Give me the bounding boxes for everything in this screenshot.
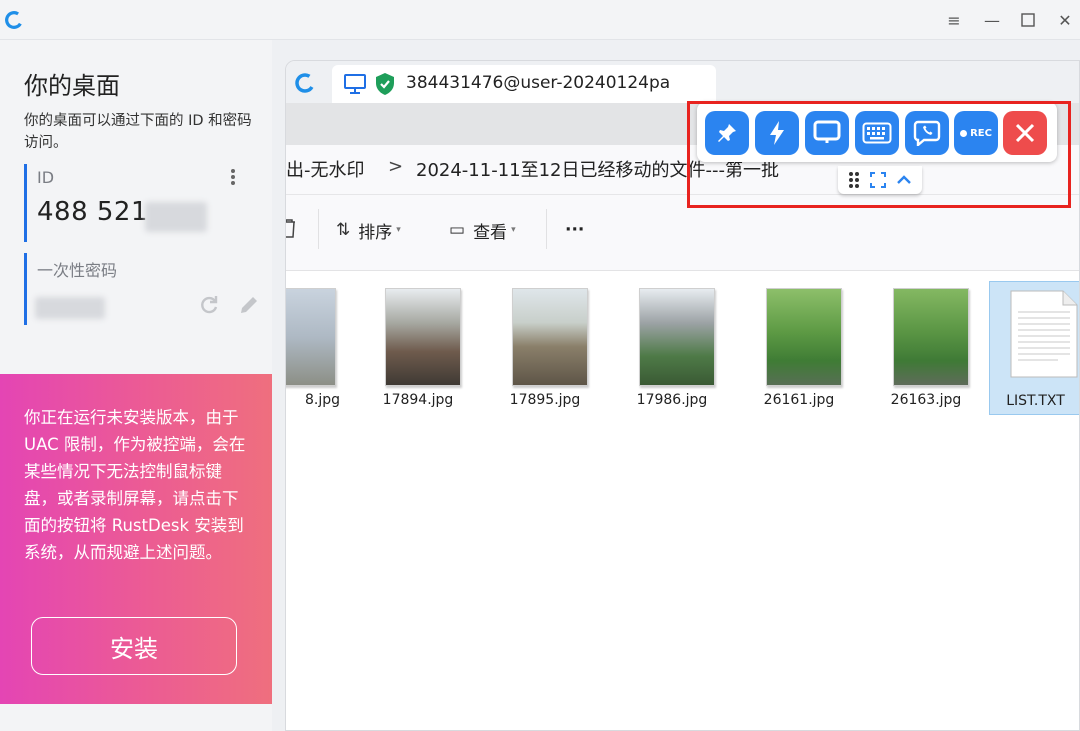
breadcrumb-separator: >: [388, 156, 404, 177]
highlight-annotation-box: [687, 101, 1071, 208]
file-name: LIST.TXT: [1006, 393, 1065, 409]
id-redacted: [145, 202, 207, 232]
rustdesk-tab-logo-icon: [295, 73, 315, 93]
your-desktop-title: 你的桌面: [24, 72, 120, 100]
command-separator: [546, 209, 547, 249]
file-name: 26163.jpg: [890, 392, 962, 408]
file-name: 17895.jpg: [509, 392, 581, 408]
id-label: ID: [37, 168, 55, 187]
view-label: 查看: [473, 222, 508, 243]
file-item[interactable]: 26161.jpg: [744, 285, 854, 415]
chevron-down-icon: ▾: [511, 225, 516, 235]
file-item[interactable]: 17986.jpg: [617, 285, 727, 415]
photo-thumbnail: [893, 288, 969, 386]
photo-thumbnail: [385, 288, 461, 386]
sort-label: 排序: [358, 222, 393, 243]
file-list: 8.jpg 17894.jpg 17895.jpg 17986.jpg 2616…: [286, 271, 1079, 730]
file-item-selected[interactable]: LIST.TXT: [989, 281, 1079, 415]
file-name: 17986.jpg: [636, 392, 708, 408]
file-item[interactable]: 26163.jpg: [871, 285, 981, 415]
session-tabstrip: 384431476@user-20240124pa: [286, 61, 1079, 103]
monitor-icon: [344, 74, 366, 94]
id-field: ID 488 521: [24, 164, 254, 242]
photo-thumbnail: [512, 288, 588, 386]
command-separator: [318, 209, 319, 249]
minimize-icon[interactable]: —: [980, 8, 1004, 32]
install-button[interactable]: 安装: [31, 617, 237, 675]
session-tab[interactable]: 384431476@user-20240124pa: [332, 65, 716, 103]
photo-thumbnail: [639, 288, 715, 386]
text-file-icon: [1010, 290, 1078, 378]
file-item[interactable]: 8.jpg: [286, 285, 348, 415]
sort-button[interactable]: ⇅ 排序 ▾: [336, 215, 401, 245]
file-name: 8.jpg: [304, 392, 340, 408]
view-button[interactable]: ▭ 查看 ▾: [449, 215, 516, 245]
menu-icon[interactable]: ≡: [942, 8, 966, 32]
view-icon: ▭: [449, 220, 466, 240]
refresh-password-icon[interactable]: [197, 293, 221, 317]
secure-shield-icon: [376, 73, 394, 95]
delete-icon[interactable]: [285, 217, 298, 239]
your-desktop-subtitle: 你的桌面可以通过下面的 ID 和密码访问。: [24, 113, 252, 151]
photo-thumbnail: [286, 288, 336, 386]
file-name: 17894.jpg: [382, 392, 454, 408]
sort-icon: ⇅: [336, 220, 351, 240]
your-desktop-panel: 你的桌面 你的桌面可以通过下面的 ID 和密码访问。 ID 488 521 一次…: [0, 40, 272, 731]
app-titlebar: ≡ — ✕: [0, 0, 1080, 40]
close-window-icon[interactable]: ✕: [1053, 8, 1077, 32]
file-item[interactable]: 17895.jpg: [490, 285, 600, 415]
install-notice-text: 你正在运行未安装版本，由于 UAC 限制，作为被控端，会在某些情况下无法控制鼠标…: [24, 408, 246, 562]
more-commands-button[interactable]: ···: [565, 215, 584, 245]
file-item[interactable]: 17894.jpg: [363, 285, 473, 415]
chevron-down-icon: ▾: [396, 225, 401, 235]
photo-thumbnail: [766, 288, 842, 386]
install-notice-card: 你正在运行未安装版本，由于 UAC 限制，作为被控端，会在某些情况下无法控制鼠标…: [0, 374, 272, 704]
password-label: 一次性密码: [37, 261, 118, 280]
edit-password-icon[interactable]: [237, 293, 261, 317]
maximize-icon[interactable]: [1016, 8, 1040, 32]
password-field: 一次性密码: [24, 253, 257, 325]
file-name: 26161.jpg: [763, 392, 835, 408]
session-tab-title: 384431476@user-20240124pa: [406, 73, 671, 93]
breadcrumb-parent[interactable]: 出-无水印: [286, 156, 365, 182]
password-redacted: [35, 297, 105, 319]
rustdesk-logo-icon: [5, 11, 23, 29]
more-options-icon[interactable]: [224, 166, 242, 188]
